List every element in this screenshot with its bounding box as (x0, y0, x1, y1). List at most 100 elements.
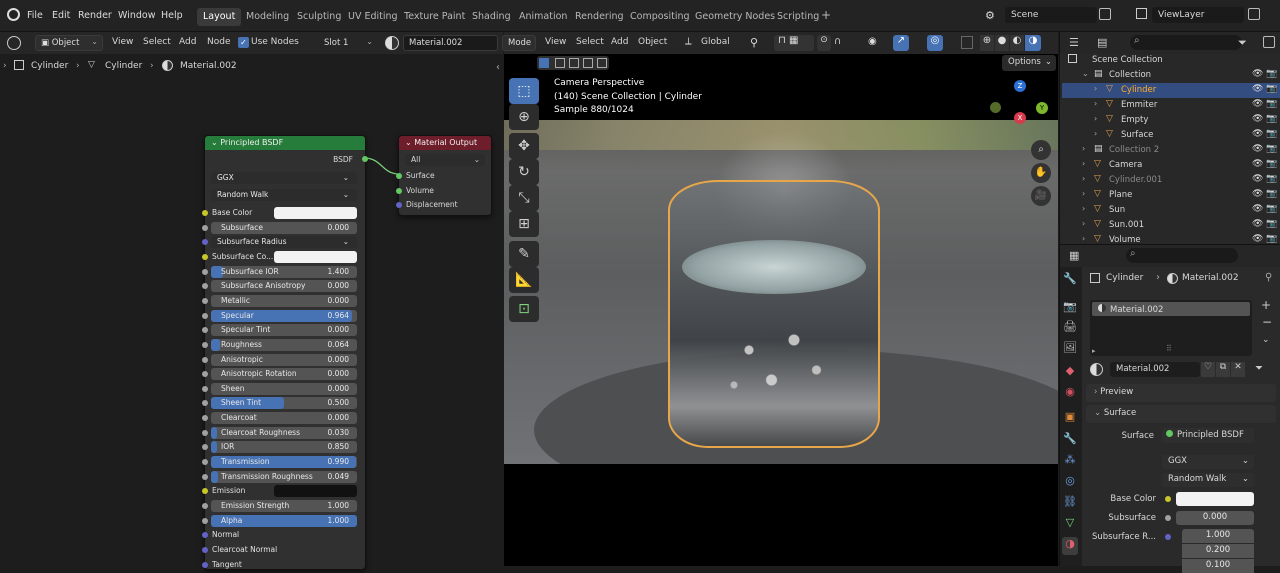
preview-panel-header[interactable]: › Preview (1086, 384, 1276, 402)
input-field[interactable]: Transmission 0.990 (211, 456, 357, 469)
slot-specials-icon[interactable]: ⌄ (1262, 335, 1270, 345)
menu-select[interactable]: Select (143, 37, 171, 47)
input-socket[interactable] (202, 253, 208, 260)
outliner-item[interactable]: › ▽ Sun.001 👁 📷 (1062, 218, 1280, 233)
material-output-node[interactable]: ⌄ Material Output All ⌄ Surface Volume Di… (396, 135, 492, 216)
material-filter-icon[interactable]: ⏷ (1255, 363, 1263, 374)
input-socket[interactable] (202, 473, 208, 480)
add-cube-tool-icon[interactable]: ⊡ (509, 296, 539, 322)
render-camera-icon[interactable]: 📷 (1266, 159, 1277, 169)
input-field[interactable]: Subsurface Radius ⌄ (211, 236, 357, 249)
tab-animation[interactable]: Animation (513, 8, 573, 26)
pivot-icon[interactable]: ⚲ (750, 36, 758, 49)
input-socket[interactable] (202, 297, 208, 304)
input-socket[interactable] (202, 341, 208, 348)
visibility-eye-icon[interactable]: 👁 (1252, 69, 1263, 79)
tab-texture-paint[interactable]: Texture Paint (398, 8, 471, 26)
visibility-eye-icon[interactable]: 👁 (1252, 189, 1263, 199)
list-expand-icon[interactable]: ▸ (1092, 347, 1096, 355)
editor-type-icon[interactable] (7, 36, 21, 50)
render-camera-icon[interactable]: 📷 (1266, 114, 1277, 124)
render-camera-icon[interactable]: 📷 (1266, 99, 1277, 109)
visibility-eye-icon[interactable]: 👁 (1252, 219, 1263, 229)
measure-tool-icon[interactable]: 📐 (509, 267, 539, 293)
input-socket[interactable] (202, 268, 208, 275)
xray-toggle-icon[interactable] (961, 36, 973, 49)
add-slot-button[interactable]: + (1261, 298, 1271, 312)
input-field[interactable]: Specular 0.964 (211, 309, 357, 322)
subsurface-radius-y-field[interactable]: 0.200 (1182, 544, 1254, 558)
properties-search-field[interactable]: ⌕ (1126, 248, 1238, 263)
menu-edit[interactable]: Edit (52, 10, 70, 21)
surface-shader-field[interactable]: Principled BSDF (1162, 428, 1254, 443)
material-name-field[interactable]: Material.002 (403, 35, 498, 51)
base-color-socket-icon[interactable] (1165, 496, 1171, 502)
visibility-eye-icon[interactable]: 👁 (1252, 234, 1263, 244)
menu-view[interactable]: View (112, 37, 133, 47)
modifiers-tab-icon[interactable]: 🔧 (1062, 432, 1078, 450)
scene-tab-icon[interactable]: ◆ (1062, 364, 1078, 382)
camera-view-icon[interactable]: 🎥 (1031, 186, 1051, 206)
input-field[interactable]: Transmission Roughness 0.049 (211, 470, 357, 483)
rotate-tool-icon[interactable]: ↻ (509, 159, 539, 185)
outliner-item[interactable]: › ▽ Camera 👁 📷 (1062, 158, 1280, 173)
scale-tool-icon[interactable]: ⤡ (509, 185, 539, 211)
material-output-node-header[interactable]: ⌄ Material Output (399, 136, 491, 150)
physics-tab-icon[interactable]: ◎ (1062, 474, 1078, 492)
input-socket[interactable] (202, 239, 208, 246)
input-socket[interactable] (202, 444, 208, 451)
principled-bsdf-node[interactable]: ⌄ Principled BSDF BSDF GGX ⌄ Random Walk ⌄… (202, 135, 368, 570)
outliner-item[interactable]: › ▽ Surface 👁 📷 (1062, 128, 1280, 143)
shading-material-icon[interactable]: ◐ (1010, 35, 1024, 51)
shading-rendered-icon[interactable]: ◑ (1025, 35, 1041, 51)
subsurface-socket-icon[interactable] (1165, 515, 1171, 521)
material-tab-icon[interactable]: ◑ (1062, 537, 1078, 555)
menu-file[interactable]: File (27, 10, 43, 21)
input-socket[interactable] (202, 371, 208, 378)
visibility-eye-icon[interactable]: 👁 (1252, 129, 1263, 139)
input-field[interactable]: Clearcoat Roughness 0.030 (211, 426, 357, 439)
display-mode-icon[interactable]: ▤ (1097, 36, 1107, 49)
material-browse-icon[interactable] (385, 36, 399, 50)
input-socket[interactable] (202, 224, 208, 231)
collapse-sidebar-arrow-icon[interactable]: ‹ (496, 62, 500, 73)
new-view-layer-icon[interactable] (1248, 8, 1260, 20)
tool-tab-icon[interactable]: 🔧 (1062, 272, 1078, 290)
input-socket[interactable] (202, 400, 208, 407)
options-button[interactable]: Options ⌄ (1002, 55, 1056, 71)
outliner-item[interactable]: › ▽ Cylinder 👁 📷 (1062, 83, 1280, 98)
principled-bsdf-node-header[interactable]: ⌄ Principled BSDF (205, 136, 365, 150)
base-color-swatch[interactable] (1176, 492, 1254, 506)
render-camera-icon[interactable]: 📷 (1266, 189, 1277, 199)
pin-icon[interactable]: ⚲ (1265, 272, 1272, 283)
input-socket[interactable] (202, 546, 208, 553)
properties-editor-type-icon[interactable]: ▦ (1069, 249, 1079, 262)
remove-slot-button[interactable]: − (1262, 315, 1272, 329)
input-socket[interactable] (202, 517, 208, 524)
input-socket[interactable] (202, 488, 208, 495)
visibility-eye-icon[interactable]: 👁 (1252, 144, 1263, 154)
menu-object[interactable]: Object (638, 37, 667, 47)
duplicate-material-icon[interactable]: ⧉ (1216, 362, 1230, 377)
outliner-item[interactable]: › ▽ Emmiter 👁 📷 (1062, 98, 1280, 113)
input-socket[interactable] (202, 283, 208, 290)
menu-render[interactable]: Render (78, 10, 112, 21)
output-tab-icon[interactable]: 🖨 (1062, 320, 1078, 338)
subsurface-radius-z-field[interactable]: 0.100 (1182, 559, 1254, 573)
input-field[interactable]: Specular Tint 0.000 (211, 324, 357, 337)
input-field[interactable]: Emission Strength 1.000 (211, 500, 357, 512)
nav-gizmo[interactable]: Z Y X (990, 80, 1050, 140)
volume-input-socket[interactable] (396, 188, 402, 194)
object-tab-icon[interactable]: ▣ (1062, 410, 1078, 428)
input-field[interactable]: Roughness 0.064 (211, 338, 357, 351)
overlays-toggle-icon[interactable]: ◎ (927, 35, 943, 51)
expand-arrow-icon[interactable]: › (1082, 234, 1085, 243)
input-socket[interactable] (202, 532, 208, 539)
material-name-field[interactable]: Material.002 (1110, 362, 1200, 377)
select-subtract-icon[interactable] (569, 58, 579, 68)
falloff-icon[interactable]: ∩ (834, 36, 841, 47)
render-camera-icon[interactable]: 📷 (1266, 204, 1277, 214)
outliner-item[interactable]: › ▽ Plane 👁 📷 (1062, 188, 1280, 203)
outliner-item[interactable]: › ▤ Collection 2 👁 📷 (1062, 143, 1280, 158)
color-swatch[interactable] (274, 250, 357, 263)
